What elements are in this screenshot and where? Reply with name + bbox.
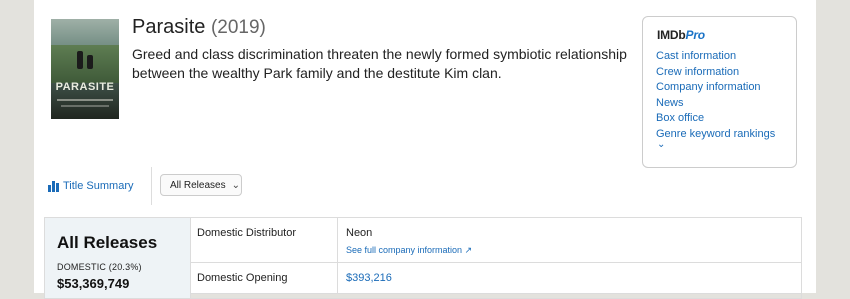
- external-link-icon: ↗: [464, 245, 473, 255]
- poster-figure: [87, 55, 93, 69]
- imdbpro-link-news[interactable]: News: [656, 96, 775, 112]
- movie-summary: Greed and class discrimination threaten …: [132, 46, 627, 81]
- imdbpro-link-crew[interactable]: Crew information: [656, 65, 775, 81]
- row-value-cell: $393,216: [337, 263, 801, 293]
- page: PARASITE Parasite (2019) Greed and class…: [34, 0, 816, 299]
- tab-bar: Title Summary All Releases ⌄: [44, 167, 816, 207]
- company-info-link-label: See full company information: [346, 245, 463, 255]
- imdbpro-logo-pro: Pro: [685, 28, 706, 42]
- imdbpro-link-box-office[interactable]: Box office: [656, 111, 775, 127]
- imdbpro-links: Cast information Crew information Compan…: [656, 49, 775, 142]
- chevron-down-icon[interactable]: ⌄: [657, 139, 665, 150]
- row-label: Domestic Opening: [197, 272, 288, 284]
- page-title: Parasite (2019): [132, 16, 266, 39]
- imdbpro-link-cast[interactable]: Cast information: [656, 49, 775, 65]
- company-info-link[interactable]: See full company information ↗: [346, 245, 472, 256]
- domestic-opening-link[interactable]: $393,216: [346, 272, 392, 284]
- release-select[interactable]: All Releases ⌄: [160, 174, 242, 196]
- poster-figure: [77, 51, 83, 69]
- distributor-value: Neon: [346, 227, 373, 239]
- row-value-cell: Neon See full company information ↗: [337, 218, 801, 262]
- movie-poster[interactable]: PARASITE: [51, 19, 119, 119]
- domestic-label: DOMESTIC (20.3%): [57, 262, 142, 272]
- releases-table: All Releases DOMESTIC (20.3%) $53,369,74…: [44, 217, 802, 299]
- row-label: Domestic Distributor: [197, 227, 297, 239]
- movie-title: Parasite: [132, 16, 206, 38]
- imdbpro-link-genre-rankings[interactable]: Genre keyword rankings: [656, 127, 775, 143]
- poster-credits: [57, 99, 113, 101]
- bar-chart-icon: [48, 180, 59, 192]
- tab-title-summary[interactable]: Title Summary: [44, 167, 152, 205]
- poster-lawn: [51, 45, 119, 83]
- tab-title-summary-label: Title Summary: [63, 180, 134, 192]
- imdbpro-panel: IMDbPro Cast information Crew informatio…: [642, 16, 797, 168]
- table-row: Domestic Opening $393,216: [191, 263, 801, 294]
- chevron-down-icon: ⌄: [231, 179, 240, 191]
- release-select-value: All Releases: [170, 179, 226, 191]
- releases-summary-panel: All Releases DOMESTIC (20.3%) $53,369,74…: [45, 218, 191, 298]
- poster-title: PARASITE: [55, 81, 115, 93]
- table-row: Domestic Distributor Neon See full compa…: [191, 218, 801, 263]
- domestic-value: $53,369,749: [57, 276, 130, 291]
- imdbpro-link-company[interactable]: Company information: [656, 80, 775, 96]
- poster-credits: [61, 105, 109, 107]
- imdbpro-logo-main: IMDb: [657, 28, 686, 42]
- releases-heading: All Releases: [57, 233, 158, 252]
- movie-year: (2019): [210, 17, 266, 38]
- imdbpro-logo[interactable]: IMDbPro: [657, 28, 705, 42]
